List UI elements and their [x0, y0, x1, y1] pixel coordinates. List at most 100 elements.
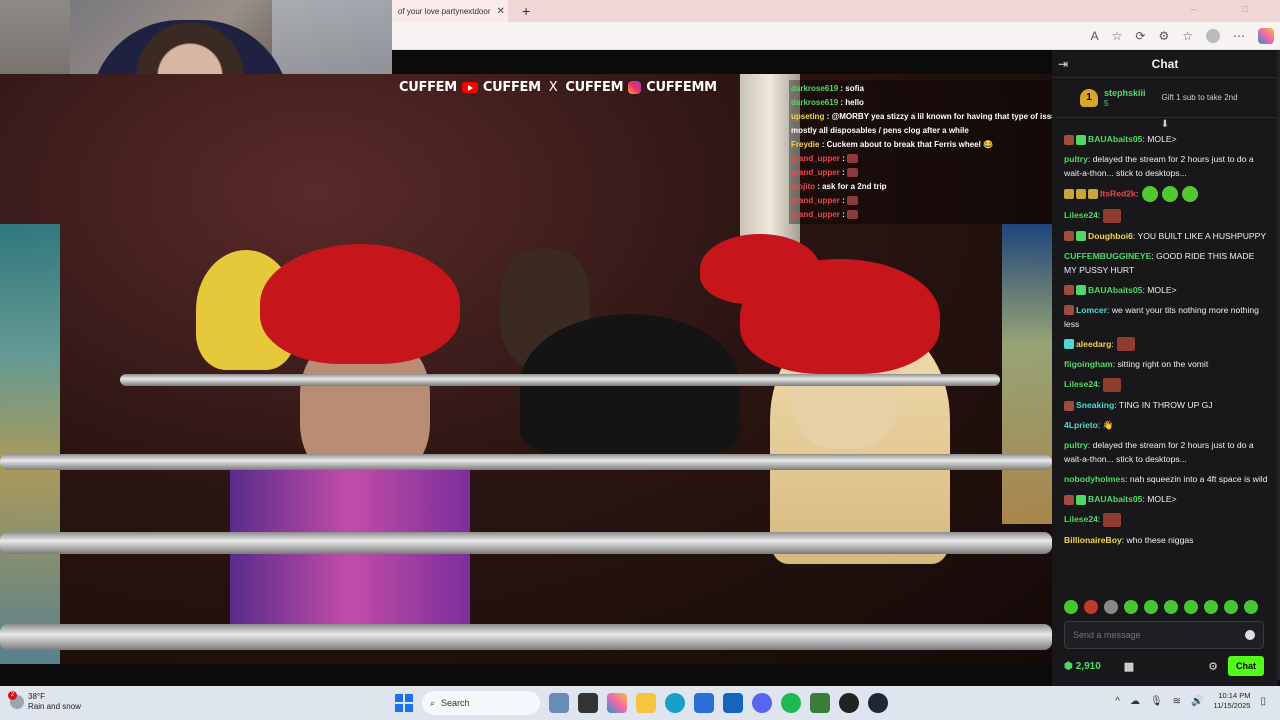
- chat-message-input[interactable]: [1073, 630, 1233, 640]
- ride-bar: [0, 532, 1052, 554]
- emote-icon[interactable]: [1144, 600, 1158, 614]
- scroll-down-icon[interactable]: ⬇: [1052, 118, 1278, 132]
- chat-message[interactable]: BAUAbaits05: MOLE>: [1064, 132, 1268, 146]
- collections-icon[interactable]: ☆: [1182, 29, 1193, 43]
- chat-message[interactable]: Lilese24:: [1064, 512, 1268, 527]
- chat-username[interactable]: 4Lprieto: [1064, 420, 1098, 430]
- minimize-button[interactable]: –: [1191, 4, 1218, 14]
- emote-icon[interactable]: [1084, 600, 1098, 614]
- emote-icon[interactable]: [1104, 600, 1118, 614]
- chat-username[interactable]: Lilese24: [1064, 210, 1098, 220]
- read-aloud-icon[interactable]: A: [1091, 29, 1099, 43]
- chat-input-box[interactable]: [1064, 621, 1264, 649]
- send-chat-button[interactable]: Chat: [1228, 656, 1264, 676]
- refresh-icon[interactable]: ⟳: [1135, 29, 1145, 43]
- windows-start-icon[interactable]: [395, 694, 413, 712]
- chat-message[interactable]: Sneaking: TING IN THROW UP GJ: [1064, 398, 1268, 412]
- emote-icon[interactable]: [1124, 600, 1138, 614]
- robinhood-icon[interactable]: [810, 693, 830, 713]
- copilot-icon[interactable]: [1258, 27, 1274, 44]
- chat-message[interactable]: Lilese24:: [1064, 377, 1268, 393]
- chat-message[interactable]: fligoingham: sitting right on the vomit: [1064, 357, 1268, 371]
- chat-message[interactable]: Lomcer: we want your tits nothing more n…: [1064, 303, 1268, 331]
- chat-username[interactable]: aleedarg: [1076, 339, 1111, 349]
- channel-points[interactable]: ⬢ 2,910 ▦: [1064, 660, 1134, 673]
- more-menu-icon[interactable]: ⋯: [1233, 29, 1245, 43]
- favorite-star-icon[interactable]: ☆: [1112, 29, 1123, 43]
- widgets-icon[interactable]: [549, 693, 569, 713]
- chat-username[interactable]: Doughboi6: [1088, 231, 1133, 241]
- chat-username[interactable]: Lilese24: [1064, 379, 1098, 389]
- taskbar-search[interactable]: ⌕ Search: [422, 691, 540, 715]
- chat-username[interactable]: BAUAbaits05: [1088, 134, 1142, 144]
- chat-username[interactable]: CUFFEMBUGGINEYE: [1064, 251, 1151, 261]
- cloud-icon[interactable]: ☁: [1130, 696, 1140, 707]
- chat-username[interactable]: nobodyholmes: [1064, 474, 1125, 484]
- spotify-icon[interactable]: [781, 693, 801, 713]
- maximize-button[interactable]: □: [1243, 4, 1270, 14]
- steam-icon[interactable]: [868, 693, 888, 713]
- extensions-icon[interactable]: ⚙: [1158, 29, 1169, 43]
- overlay-chat-text: : sofia: [838, 84, 864, 93]
- chat-username[interactable]: Lomcer: [1076, 305, 1107, 315]
- task-view-icon[interactable]: [578, 693, 598, 713]
- emote-icon[interactable]: [1224, 600, 1238, 614]
- chat-username[interactable]: Sneaking: [1076, 400, 1114, 410]
- overlay-chat-username: grand_upper: [791, 168, 840, 177]
- outlook-icon[interactable]: [723, 693, 743, 713]
- notifications-icon[interactable]: ▯: [1260, 696, 1266, 707]
- chat-message[interactable]: aleedarg:: [1064, 337, 1268, 352]
- chat-message[interactable]: BillionaireBoy: who these niggas: [1064, 533, 1268, 547]
- emote-icon[interactable]: [1204, 600, 1218, 614]
- chat-username[interactable]: BillionaireBoy: [1064, 535, 1122, 545]
- chat-username[interactable]: pultry: [1064, 440, 1088, 450]
- collapse-chat-icon[interactable]: ⇥: [1058, 57, 1068, 71]
- emote-icon[interactable]: [1164, 600, 1178, 614]
- overlay-chat-line: darkrose619 : hello: [791, 96, 1082, 110]
- chat-message[interactable]: BAUAbaits05: MOLE>: [1064, 492, 1268, 506]
- discord-icon[interactable]: [752, 693, 772, 713]
- top-gifter-banner[interactable]: 1 stephskiii 5 Gift 1 sub to take 2nd: [1052, 78, 1278, 118]
- overlay-chat-text: : hello: [838, 98, 864, 107]
- emote-icon[interactable]: [1184, 600, 1198, 614]
- emote-icon[interactable]: [1244, 600, 1258, 614]
- chat-message[interactable]: pultry: delayed the stream for 2 hours j…: [1064, 438, 1268, 466]
- chat-username[interactable]: pultry: [1064, 154, 1088, 164]
- microphone-icon[interactable]: 🎙: [1150, 696, 1163, 707]
- chat-message[interactable]: CUFFEMBUGGINEYE: GOOD RIDE THIS MADE MY …: [1064, 249, 1268, 277]
- store-icon[interactable]: ▦: [1124, 660, 1134, 673]
- chat-message[interactable]: BAUAbaits05: MOLE>: [1064, 283, 1268, 297]
- tab-close-icon[interactable]: ✕: [497, 6, 505, 17]
- windows-taskbar: 2 38°F Rain and snow ⌕ Search ^ ☁ 🎙 ≋ 🔊 …: [0, 686, 1280, 720]
- chat-message[interactable]: nobodyholmes: nah squeezin into a 4ft sp…: [1064, 472, 1268, 486]
- chat-username[interactable]: Lilese24: [1064, 514, 1098, 524]
- chat-username[interactable]: fligoingham: [1064, 359, 1113, 369]
- chat-message[interactable]: ItsRed2k:: [1064, 186, 1268, 202]
- chat-message[interactable]: Doughboi6: YOU BUILT LIKE A HUSHPUPPY: [1064, 229, 1268, 243]
- store-app-icon[interactable]: [694, 693, 714, 713]
- weather-widget[interactable]: 2 38°F Rain and snow: [8, 691, 81, 712]
- show-hidden-icons-icon[interactable]: ^: [1115, 696, 1120, 707]
- volume-icon[interactable]: 🔊: [1191, 696, 1203, 707]
- browser-tab[interactable]: of your love partynextdoor ✕: [392, 0, 508, 22]
- wifi-icon[interactable]: ≋: [1173, 696, 1181, 707]
- obs-icon[interactable]: [839, 693, 859, 713]
- emoji-picker-icon[interactable]: [1245, 630, 1255, 640]
- gift-sub-prompt[interactable]: Gift 1 sub to take 2nd: [1162, 93, 1238, 102]
- chat-message[interactable]: 4Lprieto: 👋: [1064, 418, 1268, 432]
- chat-username[interactable]: BAUAbaits05: [1088, 494, 1142, 504]
- new-tab-button[interactable]: +: [522, 3, 530, 19]
- profile-avatar[interactable]: [1206, 28, 1220, 43]
- emote-icon[interactable]: [1064, 600, 1078, 614]
- copilot-app-icon[interactable]: [607, 693, 627, 713]
- chat-message[interactable]: Lilese24:: [1064, 208, 1268, 223]
- edge-browser-icon[interactable]: [665, 693, 685, 713]
- chat-username[interactable]: ItsRed2k: [1100, 188, 1136, 198]
- chat-message[interactable]: pultry: delayed the stream for 2 hours j…: [1064, 152, 1268, 180]
- chat-message-text: :: [1111, 338, 1114, 349]
- clock[interactable]: 10:14 PM 11/15/2025: [1214, 691, 1251, 711]
- chat-settings-gear-icon[interactable]: ⚙: [1208, 660, 1218, 673]
- file-explorer-icon[interactable]: [636, 693, 656, 713]
- chat-username[interactable]: BAUAbaits05: [1088, 285, 1142, 295]
- weather-icon: 2: [8, 691, 24, 709]
